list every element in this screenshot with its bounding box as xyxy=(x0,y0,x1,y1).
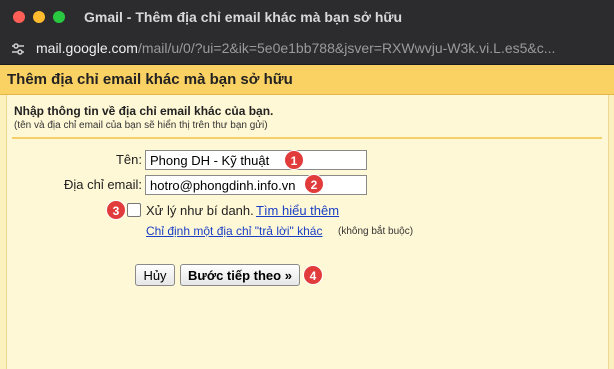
email-field[interactable] xyxy=(145,175,367,195)
email-label: Địa chỉ email: xyxy=(63,177,142,192)
next-step-button[interactable]: Bước tiếp theo » xyxy=(180,264,300,286)
cancel-button[interactable]: Hủy xyxy=(135,264,175,286)
alias-checkbox[interactable] xyxy=(127,203,141,217)
window-title-bar: Gmail - Thêm địa chỉ email khác mà bạn s… xyxy=(0,0,614,34)
url-bar[interactable]: mail.google.com/mail/u/0/?ui=2&ik=5e0e1b… xyxy=(0,34,614,65)
url-path: /mail/u/0/?ui=2&ik=5e0e1bb788&jsver=RXWw… xyxy=(137,40,556,56)
url-host: mail.google.com xyxy=(36,40,138,56)
annotation-badge-1: 1 xyxy=(284,150,304,170)
tune-icon[interactable] xyxy=(10,41,26,57)
dialog-header: Thêm địa chỉ email khác mà bạn sở hữu xyxy=(0,65,614,95)
reply-to-link[interactable]: Chỉ định một địa chỉ "trả lời" khác xyxy=(146,224,322,238)
close-window-button[interactable] xyxy=(13,11,25,23)
maximize-window-button[interactable] xyxy=(53,11,65,23)
window-title: Gmail - Thêm địa chỉ email khác mà bạn s… xyxy=(84,9,403,25)
learn-more-link[interactable]: Tìm hiểu thêm xyxy=(256,203,339,218)
url-text[interactable]: mail.google.com/mail/u/0/?ui=2&ik=5e0e1b… xyxy=(36,40,606,56)
dialog-title: Thêm địa chỉ email khác mà bạn sở hữu xyxy=(7,71,293,88)
name-field[interactable] xyxy=(145,150,367,170)
minimize-window-button[interactable] xyxy=(33,11,45,23)
annotation-badge-3: 3 xyxy=(106,200,126,220)
annotation-badge-4: 4 xyxy=(303,265,323,285)
divider xyxy=(12,137,602,139)
instruction-text: Nhập thông tin về địa chỉ email khác của… xyxy=(14,104,274,118)
optional-note: (không bắt buộc) xyxy=(338,226,414,237)
name-label: Tên: xyxy=(115,152,142,167)
annotation-badge-2: 2 xyxy=(304,174,324,194)
instruction-note: (tên và địa chỉ email của bạn sẽ hiển th… xyxy=(14,120,268,131)
alias-label: Xử lý như bí danh. xyxy=(146,203,254,218)
